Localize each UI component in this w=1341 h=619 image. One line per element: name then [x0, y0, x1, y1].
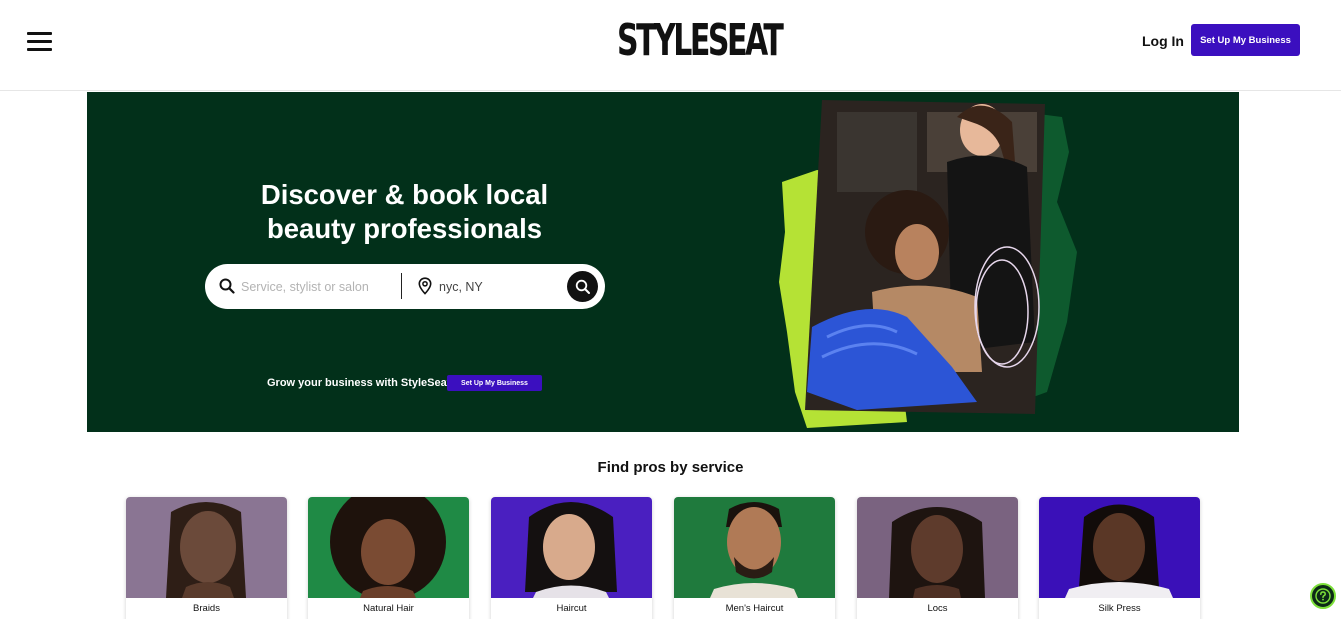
- menu-line: [27, 40, 52, 43]
- hero-illustration: [779, 100, 1077, 428]
- menu-line: [27, 32, 52, 35]
- locs-photo: [857, 497, 1018, 598]
- service-card-label: Braids: [193, 603, 220, 614]
- service-card-label: Silk Press: [1098, 603, 1141, 614]
- service-card-mens-haircut[interactable]: Men's Haircut: [674, 497, 835, 619]
- menu-line: [27, 48, 52, 51]
- hamburger-menu-icon[interactable]: [27, 31, 52, 51]
- service-search-input[interactable]: [241, 276, 391, 298]
- natural-hair-photo: [308, 497, 469, 598]
- service-card-label: Haircut: [556, 603, 587, 614]
- service-card-silk-press[interactable]: Silk Press: [1039, 497, 1200, 619]
- search-divider: [401, 273, 402, 299]
- service-card-braids[interactable]: Braids: [126, 497, 287, 619]
- service-card-locs[interactable]: Locs: [857, 497, 1018, 619]
- question-mark-icon: [1315, 588, 1331, 604]
- haircut-photo: [491, 497, 652, 598]
- search-icon: [575, 279, 590, 294]
- service-card-label: Locs: [927, 603, 948, 614]
- location-input[interactable]: [439, 276, 549, 298]
- map-pin-icon: [418, 277, 432, 295]
- hero-title: Discover & book local beauty professiona…: [260, 179, 549, 244]
- hero-banner: Discover & book local beauty professiona…: [87, 92, 1239, 432]
- login-link[interactable]: Log In: [1142, 33, 1184, 49]
- service-card-haircut[interactable]: Haircut: [491, 497, 652, 619]
- silk-press-photo: [1039, 497, 1200, 598]
- setup-business-button[interactable]: Set Up My Business: [1191, 24, 1300, 56]
- braids-photo: [126, 497, 287, 598]
- site-header: STYLESEAT Log In Set Up My Business: [0, 0, 1341, 91]
- grow-business-text: Grow your business with StyleSeat: [267, 377, 451, 389]
- mens-haircut-photo: [674, 497, 835, 598]
- help-icon[interactable]: [1310, 583, 1336, 609]
- service-card-label: Natural Hair: [363, 603, 414, 614]
- search-submit-button[interactable]: [567, 271, 598, 302]
- service-card-label: Men's Haircut: [725, 603, 784, 614]
- hero-collage-image: [777, 92, 1087, 432]
- service-card-natural-hair[interactable]: Natural Hair: [308, 497, 469, 619]
- services-section-title: Find pros by service: [597, 459, 744, 476]
- search-icon: [219, 278, 235, 294]
- styleseat-logo[interactable]: STYLESEAT: [617, 6, 784, 79]
- hero-setup-business-button[interactable]: Set Up My Business: [447, 375, 542, 391]
- search-bar: [205, 264, 605, 309]
